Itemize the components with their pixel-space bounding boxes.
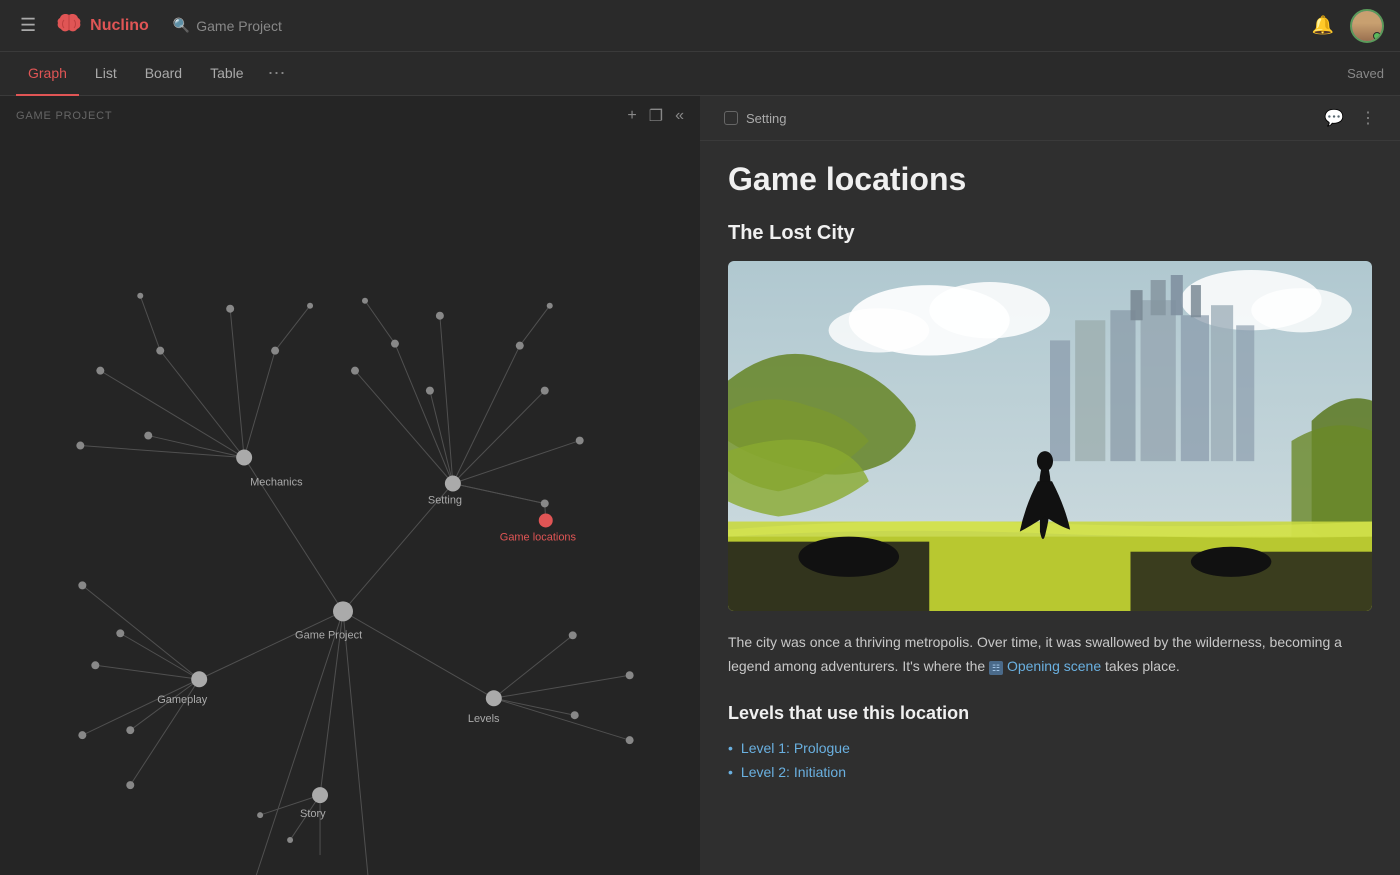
content-panel: Setting 💬 ⋮ Game locations The Lost City — [700, 96, 1400, 875]
setting-node[interactable] — [445, 476, 461, 492]
node-m7[interactable] — [137, 293, 143, 299]
node-l4[interactable] — [626, 736, 634, 744]
mechanics-label: Mechanics — [250, 477, 303, 489]
node-s6[interactable] — [391, 340, 399, 348]
graph-panel: GAME PROJECT + ❐ « — [0, 96, 700, 875]
node-m6[interactable] — [76, 442, 84, 450]
setting-checkbox[interactable] — [724, 111, 738, 125]
mechanics-node[interactable] — [236, 450, 252, 466]
search-icon: 🔍 — [173, 17, 190, 34]
node-l2[interactable] — [626, 671, 634, 679]
tab-more-icon[interactable]: ⋯ — [260, 63, 294, 84]
node-s9[interactable] — [547, 303, 553, 309]
more-options-icon[interactable]: ⋮ — [1360, 108, 1376, 128]
node-st1[interactable] — [287, 837, 293, 843]
collapse-button[interactable]: « — [675, 107, 684, 125]
node-st2[interactable] — [257, 812, 263, 818]
content-body: Game locations The Lost City — [700, 141, 1400, 824]
node-g5[interactable] — [78, 731, 86, 739]
game-locations-label: Game locations — [500, 531, 577, 543]
story-label: Story — [300, 808, 326, 820]
node-m2[interactable] — [226, 305, 234, 313]
doc-body-text: The city was once a thriving metropolis.… — [728, 631, 1372, 679]
section2-title: Levels that use this location — [728, 703, 1372, 724]
menu-icon[interactable]: ☰ — [16, 11, 40, 40]
node-l1[interactable] — [569, 631, 577, 639]
saved-status: Saved — [1347, 66, 1384, 81]
node-s7[interactable] — [351, 367, 359, 375]
game-project-node[interactable] — [333, 601, 353, 621]
tab-table[interactable]: Table — [198, 52, 255, 96]
graph-actions: + ❐ « — [627, 106, 684, 126]
list-item-level2: Level 2: Initiation — [728, 760, 1372, 784]
gameplay-node[interactable] — [191, 671, 207, 687]
notification-icon[interactable]: 🔔 — [1312, 15, 1334, 36]
graph-canvas: Mechanics Setting Game Project Gameplay … — [0, 96, 700, 875]
tab-graph[interactable]: Graph — [16, 52, 79, 96]
brain-icon — [56, 12, 82, 40]
node-g3[interactable] — [91, 661, 99, 669]
node-g1[interactable] — [116, 629, 124, 637]
node-s10[interactable] — [541, 499, 549, 507]
graph-header: GAME PROJECT + ❐ « — [0, 96, 700, 136]
node-g4[interactable] — [126, 726, 134, 734]
search-text: Game Project — [196, 18, 282, 34]
tab-board[interactable]: Board — [133, 52, 194, 96]
search-area[interactable]: 🔍 Game Project — [173, 17, 282, 34]
add-node-button[interactable]: + — [627, 107, 636, 125]
topbar-right: 🔔 — [1312, 9, 1384, 43]
node-m8[interactable] — [307, 303, 313, 309]
level2-link[interactable]: Level 2: Initiation — [741, 764, 846, 780]
node-g2[interactable] — [78, 581, 86, 589]
expand-button[interactable]: ❐ — [649, 106, 663, 126]
opening-scene-link[interactable]: Opening scene — [1007, 655, 1101, 679]
content-header: Setting 💬 ⋮ — [700, 96, 1400, 141]
logo-area[interactable]: Nuclino — [56, 12, 149, 40]
link-doc-icon: ☷ — [989, 661, 1003, 675]
game-locations-node[interactable] — [539, 513, 553, 527]
levels-node[interactable] — [486, 690, 502, 706]
graph-project-label: GAME PROJECT — [16, 110, 112, 122]
list-item-level1: Level 1: Prologue — [728, 736, 1372, 760]
levels-list: Level 1: Prologue Level 2: Initiation — [728, 736, 1372, 784]
node-m5[interactable] — [144, 432, 152, 440]
tab-list[interactable]: List — [83, 52, 129, 96]
node-s2[interactable] — [541, 387, 549, 395]
node-s1[interactable] — [576, 437, 584, 445]
doc-title: Game locations — [728, 161, 1372, 198]
node-g6[interactable] — [126, 781, 134, 789]
avatar[interactable] — [1350, 9, 1384, 43]
node-s8[interactable] — [362, 298, 368, 304]
lost-city-image — [728, 261, 1372, 611]
logo-text: Nuclino — [90, 17, 149, 35]
node-s5[interactable] — [436, 312, 444, 320]
node-m3[interactable] — [271, 347, 279, 355]
node-s4[interactable] — [516, 342, 524, 350]
breadcrumb-label: Setting — [746, 111, 786, 126]
game-project-label: Game Project — [295, 629, 362, 641]
story-node[interactable] — [312, 787, 328, 803]
level1-link[interactable]: Level 1: Prologue — [741, 740, 850, 756]
comment-icon[interactable]: 💬 — [1324, 108, 1344, 128]
setting-label: Setting — [428, 494, 462, 506]
levels-label: Levels — [468, 713, 500, 725]
content-header-actions: 💬 ⋮ — [1324, 108, 1376, 128]
section1-title: The Lost City — [728, 222, 1372, 245]
node-m4[interactable] — [96, 367, 104, 375]
main-layout: GAME PROJECT + ❐ « — [0, 96, 1400, 875]
topbar: ☰ Nuclino 🔍 Game Project 🔔 — [0, 0, 1400, 52]
node-l3[interactable] — [571, 711, 579, 719]
node-m1[interactable] — [156, 347, 164, 355]
tabbar: Graph List Board Table ⋯ Saved — [0, 52, 1400, 96]
node-s3[interactable] — [426, 387, 434, 395]
gameplay-label: Gameplay — [157, 694, 208, 706]
